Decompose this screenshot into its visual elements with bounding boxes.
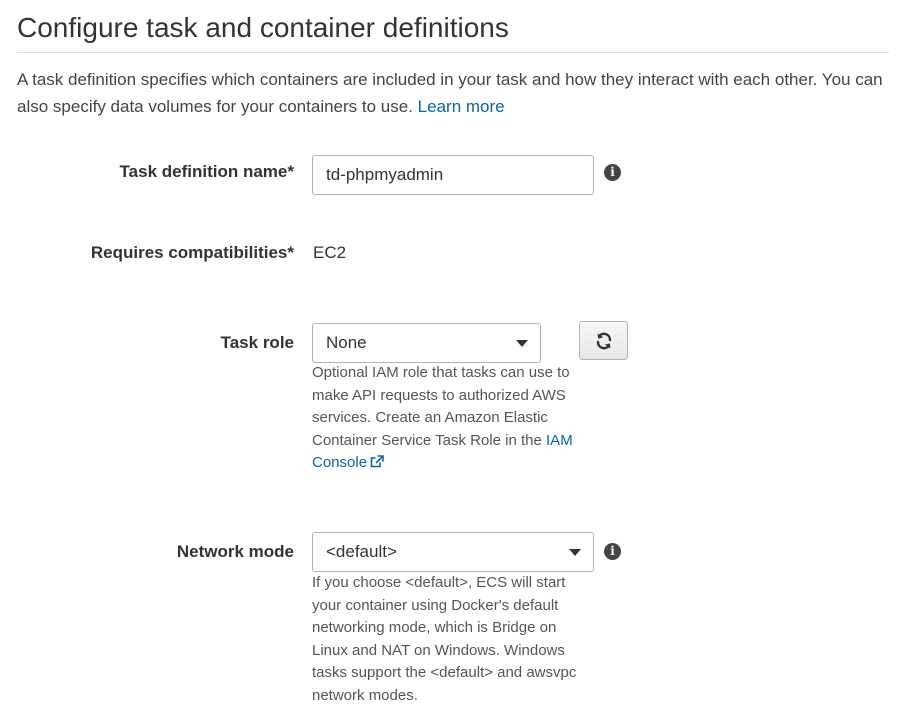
task-definition-name-label: Task definition name* [119, 162, 294, 181]
chevron-down-icon [569, 549, 581, 556]
requires-compatibilities-label: Requires compatibilities* [90, 243, 294, 262]
info-icon[interactable]: i [604, 543, 621, 560]
task-role-help: Optional IAM role that tasks can use to … [312, 362, 584, 475]
info-icon[interactable]: i [604, 164, 621, 181]
refresh-task-roles-button[interactable] [579, 321, 628, 360]
network-mode-selected-value: <default> [326, 542, 397, 561]
intro-paragraph: A task definition specifies which contai… [17, 66, 889, 120]
refresh-icon [596, 332, 611, 349]
learn-more-link[interactable]: Learn more [418, 97, 505, 116]
title-divider [17, 52, 889, 53]
network-mode-help-text: If you choose <default>, ECS will start … [312, 574, 577, 704]
task-role-select[interactable]: None [312, 323, 541, 363]
task-definition-name-input[interactable] [312, 155, 594, 195]
task-role-help-text: Optional IAM role that tasks can use to … [312, 364, 570, 449]
network-mode-select[interactable]: <default> [312, 532, 594, 572]
external-link-icon [370, 455, 384, 468]
task-role-label: Task role [220, 333, 294, 352]
chevron-down-icon [516, 340, 528, 347]
network-mode-label: Network mode [176, 542, 294, 561]
requires-compatibilities-value: EC2 [313, 243, 347, 262]
task-role-selected-value: None [326, 333, 367, 352]
page-title: Configure task and container definitions [17, 12, 509, 43]
